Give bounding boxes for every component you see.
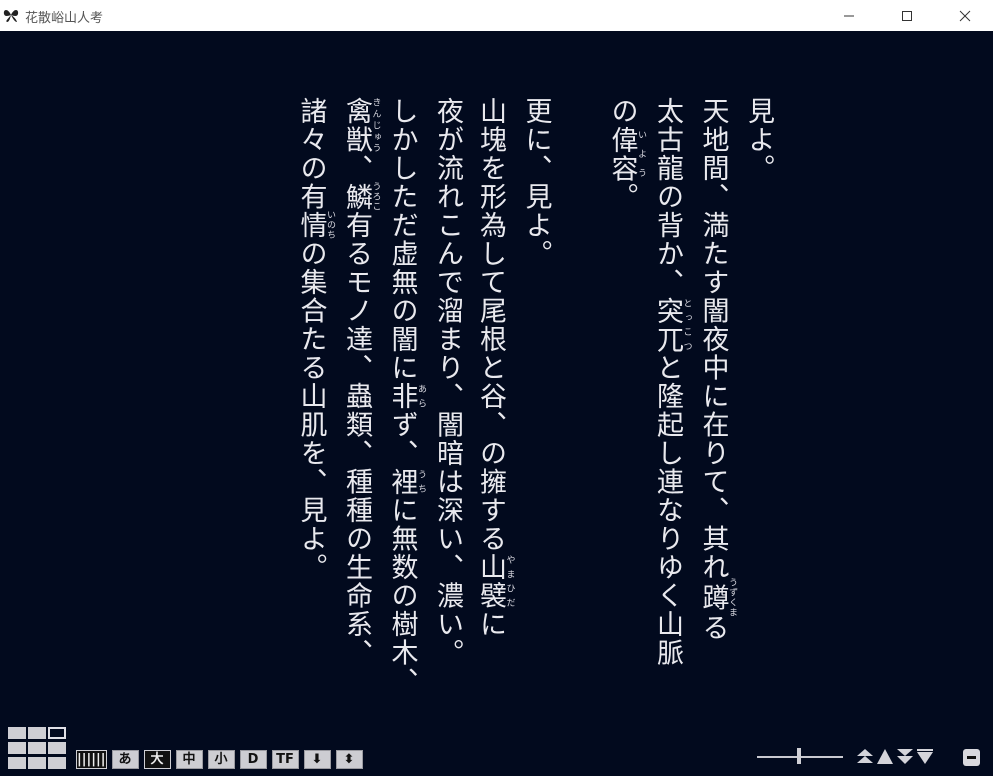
text-line: 諸々の有情いのちの集合たる山肌を、見よ。: [295, 97, 336, 582]
text-line: 夜が流れこんで溜まり、闇暗は深い、濃い。: [432, 97, 463, 667]
text-line: の偉容いよう。: [606, 97, 647, 211]
ruby-word: 禽獣きんじゅう: [341, 97, 381, 154]
kana-button[interactable]: あ: [111, 750, 139, 769]
page-first-icon[interactable]: [856, 748, 874, 765]
text-line: 太古龍の背か、突兀とっこつと隆起し連なりゆく山脈: [652, 97, 692, 667]
ruby-word: 偉容いよう: [606, 125, 647, 183]
ruby-word: 裡うち: [386, 467, 427, 497]
font-medium-button[interactable]: 中: [175, 750, 203, 769]
minimize-button[interactable]: [820, 0, 878, 31]
page-navigation: [856, 748, 936, 765]
display-button[interactable]: D: [239, 750, 267, 769]
ruby-word: 山襞やまひだ: [475, 553, 515, 610]
page-grid-icon[interactable]: [8, 727, 67, 770]
maximize-button[interactable]: [878, 0, 936, 31]
font-large-button[interactable]: 大: [143, 750, 171, 769]
text-line: 山塊を形為して尾根と谷、の擁する山襞やまひだに: [475, 97, 515, 639]
text-line: 見よ。: [743, 97, 774, 183]
vertical-text-body: 見よ。 天地間、満たす闇夜中に在りて、其れ蹲うずくまる 太古龍の背か、突兀とっこつと…: [290, 97, 780, 697]
text-line: 禽獣きんじゅう、鱗うろこ有るモノ達、蟲類、種種の生命系、: [341, 97, 381, 667]
butterfly-icon: [3, 10, 19, 22]
ruby-word: 非あら: [386, 382, 427, 411]
minimize-icon: [844, 15, 854, 16]
line-mode-button[interactable]: ||||||: [76, 750, 107, 769]
menu-button[interactable]: [963, 749, 980, 766]
close-button[interactable]: [936, 0, 993, 31]
reader-area: 見よ。 天地間、満たす闇夜中に在りて、其れ蹲うずくまる 太古龍の背か、突兀とっこつと…: [0, 31, 993, 776]
close-icon: [959, 10, 971, 21]
bottom-toolbar: |||||| あ大中小 D TF ⬇ ⬍: [76, 750, 368, 769]
ruby-word: 鱗うろこ: [341, 181, 381, 212]
page-prev-icon[interactable]: [876, 748, 894, 765]
font-small-button[interactable]: 小: [207, 750, 235, 769]
scroll-double-button[interactable]: ⬍: [335, 750, 363, 769]
ruby-word: 突兀とっこつ: [652, 296, 692, 354]
window-title: 花散峪山人考: [25, 11, 104, 26]
title-bar: 花散峪山人考: [0, 0, 993, 31]
page-next-icon[interactable]: [896, 748, 914, 765]
text-line: しかしただ虚無の闇に非あらず、裡うちに無数の樹木、: [386, 97, 427, 696]
page-slider-thumb[interactable]: [797, 748, 801, 764]
ruby-word: 蹲うずくま: [697, 577, 738, 618]
scroll-down-button[interactable]: ⬇: [303, 750, 331, 769]
page-last-icon[interactable]: [916, 748, 934, 765]
text-line: 更に、見よ。: [520, 97, 552, 268]
text-line: 天地間、満たす闇夜中に在りて、其れ蹲うずくまる: [697, 97, 738, 642]
tf-button[interactable]: TF: [271, 750, 299, 769]
ruby-word: 情いのち: [295, 210, 336, 241]
maximize-icon: [902, 10, 912, 21]
